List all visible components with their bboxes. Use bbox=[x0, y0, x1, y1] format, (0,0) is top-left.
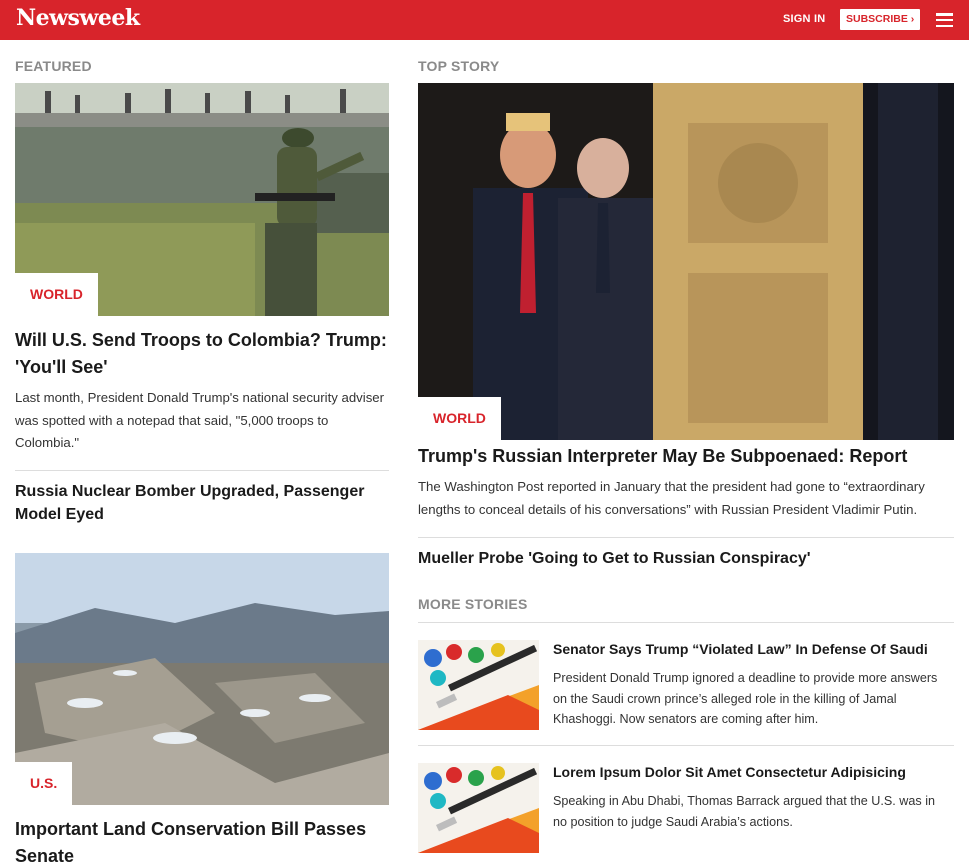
more-story-summary: President Donald Trump ignored a deadlin… bbox=[553, 671, 938, 727]
featured-lead-summary: Last month, President Donald Trump's nat… bbox=[15, 390, 385, 450]
top-story-image[interactable] bbox=[418, 83, 954, 440]
top-navigation-bar: Newsweek SIGN IN SUBSCRIBE › bbox=[0, 0, 969, 40]
top-story-summary: The Washington Post reported in January … bbox=[418, 479, 925, 517]
more-story-summary: Speaking in Abu Dhabi, Thomas Barrack ar… bbox=[553, 794, 935, 829]
paint-brush-thumbnail bbox=[418, 763, 539, 853]
subscribe-button[interactable]: SUBSCRIBE › bbox=[840, 9, 920, 30]
top-story-related-headline[interactable]: Mueller Probe 'Going to Get to Russian C… bbox=[418, 547, 954, 570]
featured-lead-headline[interactable]: Will U.S. Send Troops to Colombia? Trump… bbox=[15, 327, 387, 381]
more-story-title[interactable]: Lorem Ipsum Dolor Sit Amet Consectetur A… bbox=[553, 764, 953, 780]
featured-second-headline[interactable]: Important Land Conservation Bill Passes … bbox=[15, 816, 387, 868]
more-story-thumbnail[interactable] bbox=[418, 763, 539, 853]
sign-in-link[interactable]: SIGN IN bbox=[783, 13, 825, 25]
featured-second-category-tag[interactable]: U.S. bbox=[15, 762, 73, 805]
top-story-headline[interactable]: Trump's Russian Interpreter May Be Subpo… bbox=[418, 444, 954, 468]
trump-putin-doorway-photo bbox=[418, 83, 954, 440]
divider bbox=[418, 537, 954, 538]
divider bbox=[418, 745, 954, 746]
featured-section-label: FEATURED bbox=[15, 58, 92, 74]
hamburger-menu-icon[interactable] bbox=[936, 13, 953, 28]
more-stories-section-label: MORE STORIES bbox=[418, 596, 528, 612]
featured-lead-category-tag[interactable]: WORLD bbox=[15, 273, 98, 316]
divider bbox=[15, 470, 389, 471]
divider bbox=[418, 622, 954, 623]
more-story-title[interactable]: Senator Says Trump “Violated Law” In Def… bbox=[553, 641, 953, 657]
top-story-category-tag[interactable]: WORLD bbox=[418, 397, 501, 440]
paint-brush-thumbnail bbox=[418, 640, 539, 730]
newsweek-logo[interactable]: Newsweek bbox=[16, 5, 140, 31]
more-story-thumbnail[interactable] bbox=[418, 640, 539, 730]
featured-secondary-headline[interactable]: Russia Nuclear Bomber Upgraded, Passenge… bbox=[15, 480, 387, 526]
top-story-section-label: TOP STORY bbox=[418, 58, 500, 74]
